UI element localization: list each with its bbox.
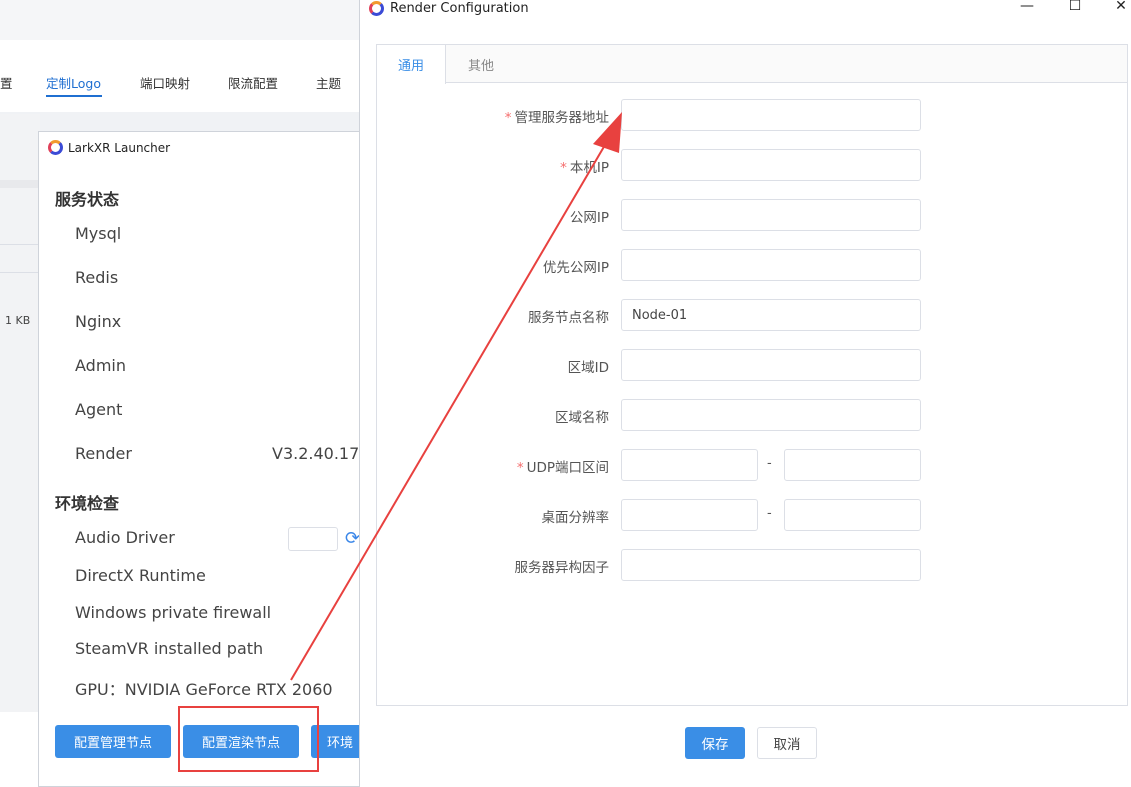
refresh-icon[interactable]: ⟳: [345, 528, 360, 549]
range-start-input[interactable]: [621, 499, 758, 531]
service-render: Render: [75, 444, 132, 463]
form-input[interactable]: [621, 399, 921, 431]
field-label-text: 管理服务器地址: [514, 110, 610, 126]
field-label-text: UDP端口区间: [526, 460, 609, 476]
bg-tab-port-mapping[interactable]: 端口映射: [140, 73, 190, 92]
field-label: * 管理服务器地址: [505, 106, 609, 126]
file-size-text: 1 KB: [5, 314, 31, 327]
field-label-text: 桌面分辨率: [541, 510, 610, 526]
background-header: [0, 0, 360, 40]
env-gpu: GPU：NVIDIA GeForce RTX 2060: [75, 680, 333, 699]
required-marker: *: [560, 160, 567, 176]
service-agent: Agent: [75, 400, 123, 419]
background-divider: [0, 180, 40, 188]
config-admin-node-button[interactable]: 配置管理节点: [55, 725, 171, 758]
required-marker: *: [516, 460, 524, 476]
form-input[interactable]: [621, 549, 921, 581]
service-nginx: Nginx: [75, 312, 122, 331]
service-mysql: Mysql: [75, 224, 122, 243]
service-status-heading: 服务状态: [55, 190, 120, 209]
field-label-text: 优先公网IP: [542, 260, 609, 276]
audio-driver-status: [288, 527, 338, 551]
background-divider: [0, 244, 40, 245]
background-divider: [0, 272, 40, 273]
larkxr-logo-icon: [369, 0, 384, 16]
form-input[interactable]: [621, 99, 921, 131]
field-label-text: 区域ID: [567, 360, 609, 376]
env-firewall: Windows private firewall: [75, 603, 272, 622]
range-end-input[interactable]: [784, 449, 921, 481]
service-redis: Redis: [75, 268, 119, 287]
config-tab-bar: 通用 其他: [377, 45, 1127, 84]
bg-tab-partial[interactable]: 置: [0, 73, 13, 92]
field-label-text: 服务器异构因子: [514, 560, 610, 576]
minimize-icon[interactable]: —: [1018, 0, 1036, 14]
field-label: 区域名称: [555, 406, 609, 426]
launcher-title: LarkXR Launcher: [68, 140, 171, 155]
field-label: 区域ID: [568, 356, 609, 376]
range-start-input[interactable]: [621, 449, 758, 481]
env-check-heading: 环境检查: [55, 494, 120, 513]
range-end-input[interactable]: [784, 499, 921, 531]
cancel-button[interactable]: 取消: [757, 727, 817, 759]
field-label: 服务器异构因子: [515, 556, 610, 576]
required-marker: *: [504, 110, 512, 126]
field-label: * UDP端口区间: [517, 456, 609, 476]
maximize-icon[interactable]: ☐: [1066, 0, 1084, 14]
form-input[interactable]: [621, 349, 921, 381]
field-label-text: 公网IP: [569, 210, 609, 226]
field-label-text: 区域名称: [555, 410, 609, 426]
field-label-text: 服务节点名称: [528, 310, 609, 326]
background-footer: [0, 712, 40, 787]
range-separator: -: [767, 506, 772, 521]
save-button[interactable]: 保存: [685, 727, 745, 759]
env-directx: DirectX Runtime: [75, 566, 206, 585]
field-label: 公网IP: [570, 206, 609, 226]
config-window-title: Render Configuration: [390, 0, 529, 16]
form-input[interactable]: [621, 149, 921, 181]
form-input[interactable]: [621, 199, 921, 231]
bg-tab-rate-limit[interactable]: 限流配置: [228, 73, 278, 92]
form-input[interactable]: [621, 249, 921, 281]
config-titlebar: Render Configuration: [369, 0, 529, 16]
field-label: 优先公网IP: [543, 256, 609, 276]
tab-general[interactable]: 通用: [377, 45, 446, 84]
env-steamvr: SteamVR installed path: [75, 639, 264, 658]
service-admin: Admin: [75, 356, 126, 375]
larkxr-logo-icon: [48, 140, 63, 155]
range-separator: -: [767, 456, 772, 471]
field-label: 桌面分辨率: [542, 506, 610, 526]
field-label: * 本机IP: [560, 156, 609, 176]
bg-tab-active-indicator: [46, 95, 102, 97]
form-input[interactable]: Node-01: [621, 299, 921, 331]
bg-tab-custom-logo[interactable]: 定制Logo: [46, 73, 101, 92]
close-icon[interactable]: ✕: [1112, 0, 1130, 14]
render-version: V3.2.40.170: [272, 444, 370, 463]
launcher-window: LarkXR Launcher 服务状态 Mysql Redis Nginx A…: [38, 131, 369, 787]
tab-other[interactable]: 其他: [446, 45, 516, 83]
env-audio-driver: Audio Driver: [75, 528, 175, 547]
bg-tab-theme[interactable]: 主题: [316, 73, 341, 92]
launcher-titlebar: LarkXR Launcher: [48, 140, 170, 155]
field-label: 服务节点名称: [528, 306, 609, 326]
annotation-highlight-box: [178, 706, 319, 772]
background-content: [0, 114, 40, 714]
field-label-text: 本机IP: [569, 160, 609, 176]
